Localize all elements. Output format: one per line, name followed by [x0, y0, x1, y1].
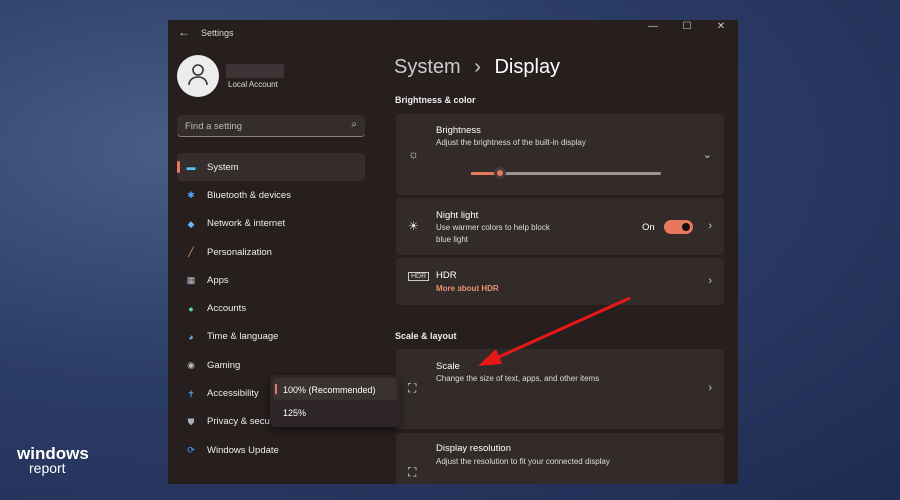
red-arrow-annotation: [478, 296, 631, 366]
watermark-logo: windows report: [17, 445, 89, 476]
watermark-line2: report: [29, 460, 66, 476]
